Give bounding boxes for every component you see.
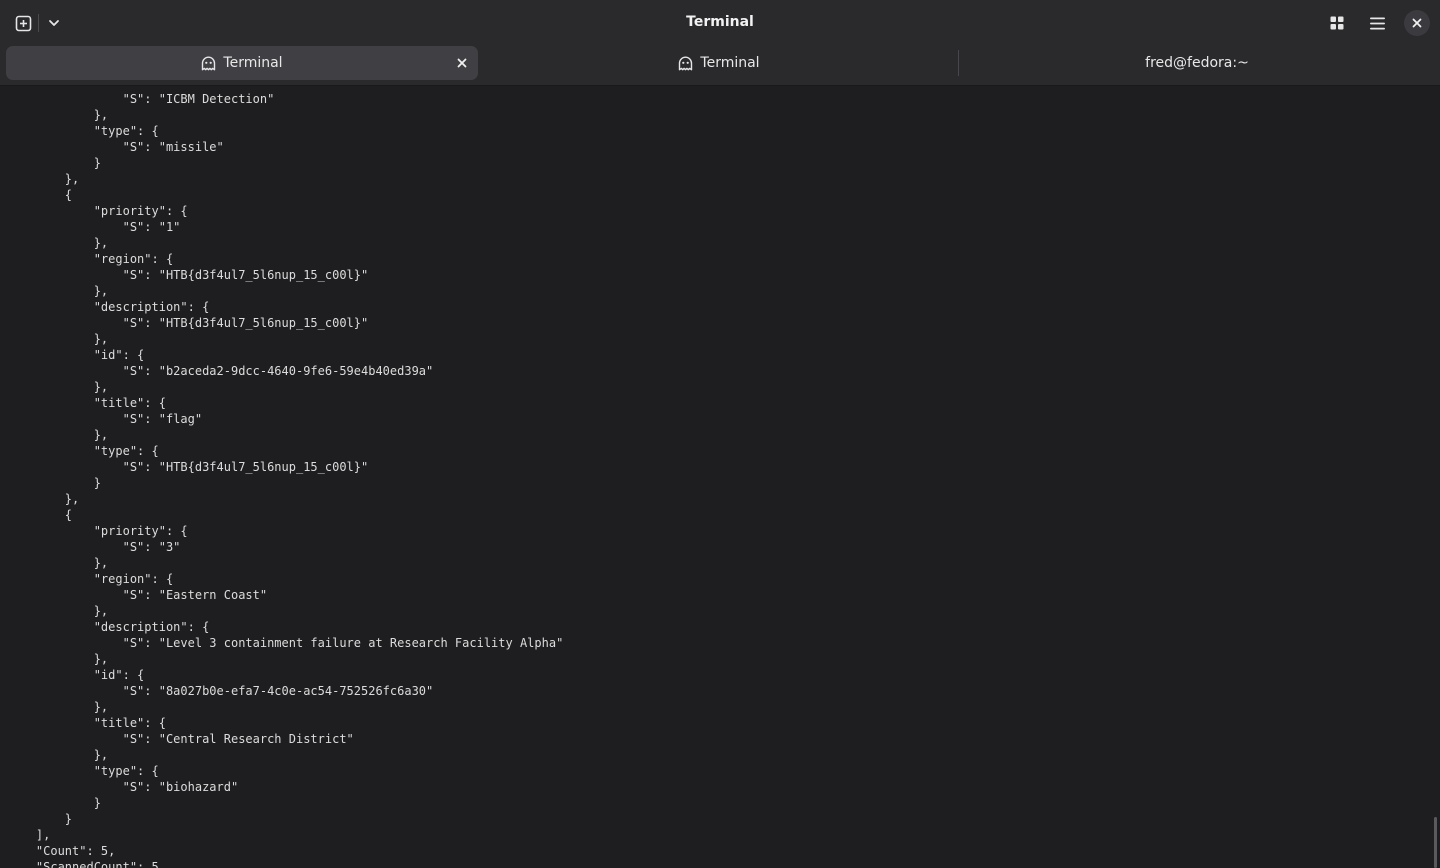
terminal-line: } [7, 812, 73, 826]
terminal-line: } [7, 796, 101, 810]
terminal-line: }, [7, 556, 109, 570]
terminal-line: }, [7, 428, 109, 442]
terminal-line: "S": "1" [7, 220, 181, 234]
terminal-line: "S": "HTB{d3f4ul7_5l6nup_15_c00l}" [7, 460, 369, 474]
terminal-line: "priority": { [7, 204, 188, 218]
terminal-window: Terminal Terminal Terminal fred@fedora:~… [0, 0, 1440, 868]
grid-icon [1330, 16, 1344, 30]
terminal-line: "S": "flag" [7, 412, 203, 426]
terminal-line: "title": { [7, 396, 166, 410]
tab-label: fred@fedora:~ [1145, 55, 1249, 71]
terminal-line: }, [7, 652, 109, 666]
terminal-line: "id": { [7, 348, 145, 362]
terminal-line: "region": { [7, 252, 174, 266]
terminal-line: "S": "3" [7, 540, 181, 554]
tab-terminal-1[interactable]: Terminal [6, 46, 478, 80]
header-right-controls [1324, 10, 1430, 36]
terminal-line: "type": { [7, 124, 159, 138]
terminal-line: "S": "biohazard" [7, 780, 239, 794]
terminal-line: }, [7, 236, 109, 250]
terminal-line: "S": "8a027b0e-efa7-4c0e-ac54-752526fc6a… [7, 684, 434, 698]
terminal-line: "S": "HTB{d3f4ul7_5l6nup_15_c00l}" [7, 268, 369, 282]
terminal-line: }, [7, 108, 109, 122]
terminal-line: }, [7, 492, 80, 506]
terminal-line: }, [7, 284, 109, 298]
scrollbar-thumb[interactable] [1434, 817, 1437, 868]
terminal-line: "S": "b2aceda2-9dcc-4640-9fe6-59e4b40ed3… [7, 364, 434, 378]
terminal-line: "type": { [7, 444, 159, 458]
terminal-line: "S": "ICBM Detection" [7, 92, 275, 106]
terminal-line: { [7, 508, 73, 522]
terminal-line: }, [7, 748, 109, 762]
terminal-line: "region": { [7, 572, 174, 586]
terminal-view[interactable]: "S": "ICBM Detection" }, "type": { "S": … [0, 87, 1440, 868]
terminal-line: "priority": { [7, 524, 188, 538]
terminal-ghost-icon [678, 56, 693, 71]
header-bar: Terminal [0, 0, 1440, 46]
terminal-line: } [7, 476, 101, 490]
close-icon [457, 58, 467, 68]
window-title: Terminal [686, 14, 754, 30]
window-close-button[interactable] [1404, 10, 1430, 36]
tab-label: Terminal [700, 55, 760, 71]
terminal-ghost-icon [201, 56, 216, 71]
tab-overview-button[interactable] [1324, 10, 1350, 36]
terminal-output: "S": "ICBM Detection" }, "type": { "S": … [7, 91, 563, 868]
tab-label: Terminal [223, 55, 283, 71]
hamburger-icon [1369, 17, 1385, 29]
terminal-line: "id": { [7, 668, 145, 682]
terminal-line: ], [7, 828, 51, 842]
terminal-line: "S": "missile" [7, 140, 224, 154]
terminal-line: "description": { [7, 620, 210, 634]
tab-terminal-2[interactable]: Terminal [482, 46, 956, 80]
terminal-line: "description": { [7, 300, 210, 314]
terminal-line: "S": "HTB{d3f4ul7_5l6nup_15_c00l}" [7, 316, 369, 330]
terminal-line: }, [7, 172, 80, 186]
terminal-line: "S": "Level 3 containment failure at Res… [7, 636, 564, 650]
tab-close-button[interactable] [454, 55, 470, 71]
terminal-line: }, [7, 604, 109, 618]
terminal-line: "type": { [7, 764, 159, 778]
tab-divider [958, 50, 959, 76]
terminal-line: "S": "Eastern Coast" [7, 588, 268, 602]
terminal-line: }, [7, 700, 109, 714]
close-icon [1412, 18, 1422, 28]
terminal-line: }, [7, 332, 109, 346]
tab-bar: Terminal Terminal fred@fedora:~ [0, 46, 1440, 86]
terminal-line: }, [7, 380, 109, 394]
main-menu-button[interactable] [1364, 10, 1390, 36]
tab-fred-fedora[interactable]: fred@fedora:~ [960, 46, 1434, 80]
terminal-line: "S": "Central Research District" [7, 732, 354, 746]
terminal-line: "Count": 5, [7, 844, 116, 858]
terminal-line: } [7, 156, 101, 170]
terminal-line: { [7, 188, 73, 202]
terminal-line: "ScannedCount": 5, [7, 860, 166, 868]
terminal-line: "title": { [7, 716, 166, 730]
